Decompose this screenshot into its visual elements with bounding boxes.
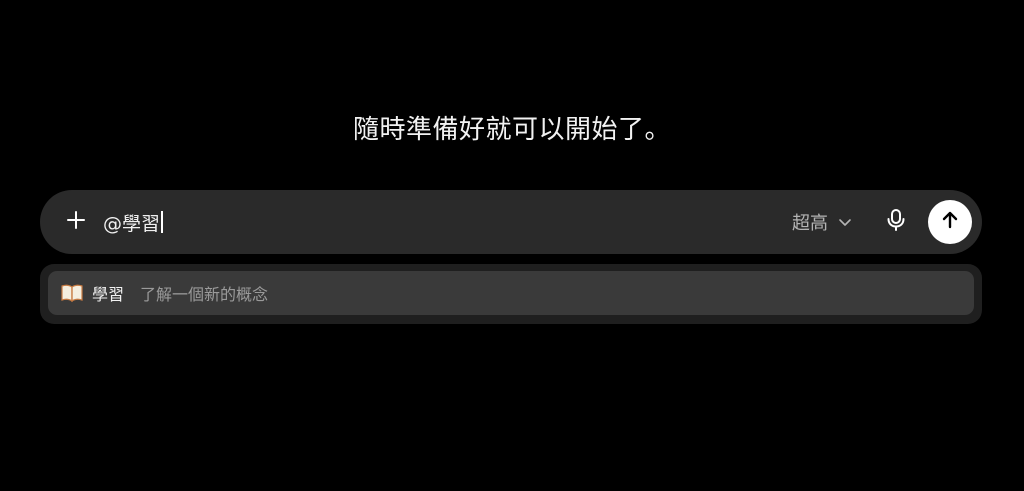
model-selector[interactable]: 超高 (792, 206, 852, 238)
prompt-input[interactable]: @學習 (103, 206, 703, 238)
plus-icon (65, 209, 87, 235)
add-attachment-button[interactable] (56, 202, 96, 242)
arrow-up-icon (940, 210, 960, 234)
model-selector-label: 超高 (792, 213, 828, 234)
text-caret (161, 211, 163, 233)
prompt-composer: @學習 超高 (40, 190, 982, 254)
microphone-icon (885, 208, 907, 236)
voice-input-button[interactable] (878, 204, 914, 240)
book-icon (60, 283, 84, 303)
page-title: 隨時準備好就可以開始了。 (352, 115, 671, 145)
suggestion-description: 了解一個新的概念 (140, 285, 269, 304)
suggestion-item-learn[interactable]: 學習 了解一個新的概念 (48, 271, 974, 315)
page: 隨時準備好就可以開始了。 @學習 超高 學習 了解一個新的概念 (0, 0, 1024, 491)
chevron-down-icon (838, 212, 852, 233)
mention-suggestions-panel: 學習 了解一個新的概念 (40, 264, 982, 324)
prompt-input-text: @學習 (103, 212, 161, 235)
send-button[interactable] (928, 200, 972, 244)
suggestion-label: 學習 (92, 285, 125, 304)
